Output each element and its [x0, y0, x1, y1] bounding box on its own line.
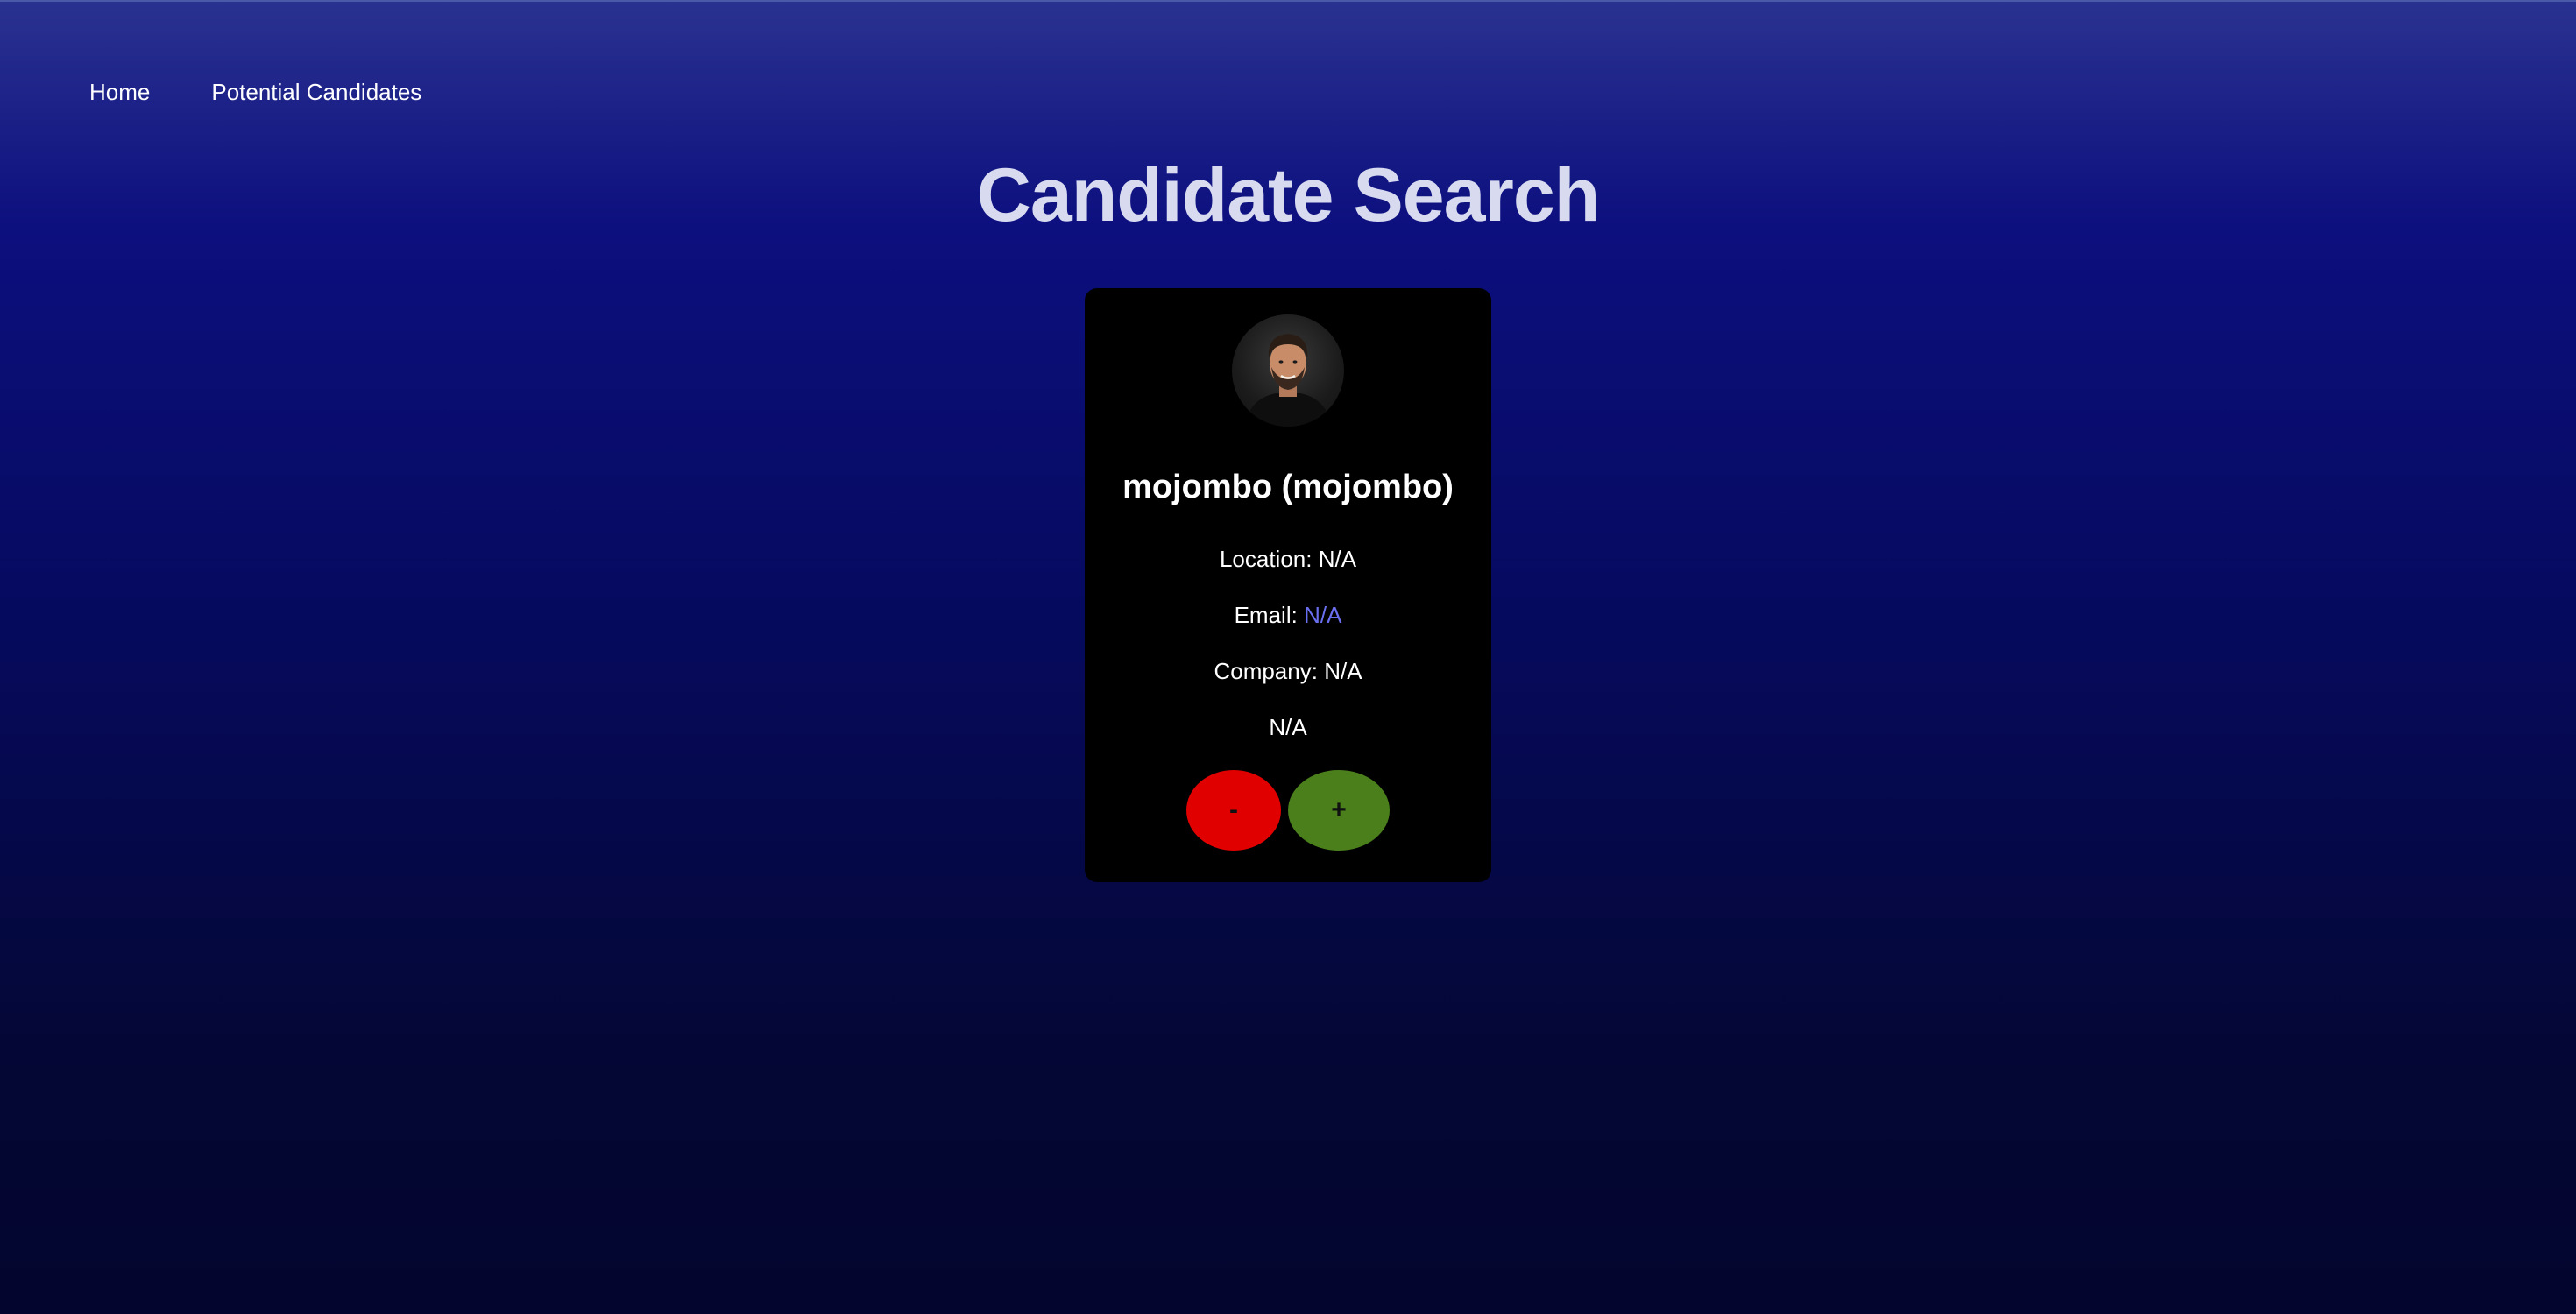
- nav-potential-candidates-link[interactable]: Potential Candidates: [211, 79, 421, 106]
- page-title: Candidate Search: [976, 153, 1600, 237]
- email-link[interactable]: N/A: [1304, 602, 1341, 628]
- save-candidate-button[interactable]: +: [1288, 770, 1390, 851]
- candidate-bio: N/A: [1269, 714, 1307, 740]
- reject-candidate-button[interactable]: -: [1186, 770, 1281, 851]
- candidate-card: mojombo (mojombo) Location: N/A Email: N…: [1085, 288, 1491, 882]
- location-value: N/A: [1318, 546, 1357, 572]
- location-label: Location:: [1219, 546, 1319, 572]
- candidate-location: Location: N/A: [1085, 546, 1491, 573]
- company-label: Company:: [1214, 658, 1325, 684]
- candidate-email: Email: N/A: [1085, 602, 1491, 629]
- email-label: Email:: [1234, 602, 1305, 628]
- company-value: N/A: [1324, 658, 1362, 684]
- top-nav: Home Potential Candidates: [89, 79, 421, 106]
- candidate-avatar: [1232, 314, 1344, 427]
- candidate-company: Company: N/A: [1085, 658, 1491, 685]
- candidate-name: mojombo (mojombo): [1122, 469, 1454, 505]
- nav-home-link[interactable]: Home: [89, 79, 150, 106]
